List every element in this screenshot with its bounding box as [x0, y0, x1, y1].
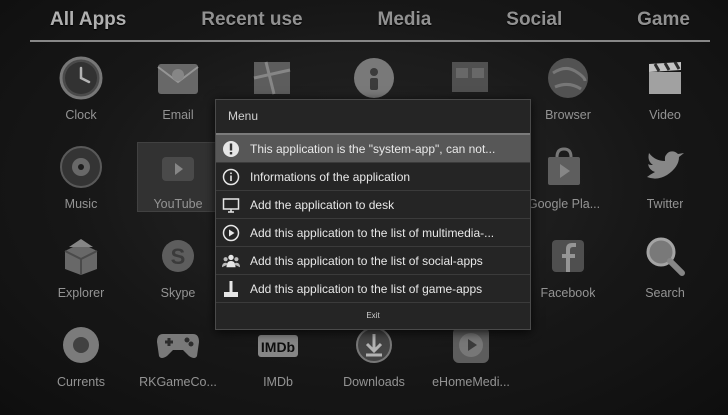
play-circle-icon — [222, 224, 240, 242]
joystick-icon — [222, 280, 240, 298]
people-icon — [222, 252, 240, 270]
menu-item-label: Add the application to desk — [250, 197, 395, 212]
alert-icon — [222, 140, 240, 158]
menu-item-app-info[interactable]: Informations of the application — [216, 163, 530, 191]
menu-item-add-to-multimedia[interactable]: Add this application to the list of mult… — [216, 219, 530, 247]
exit-button[interactable]: Exit — [216, 303, 530, 328]
menu-item-add-to-social[interactable]: Add this application to the list of soci… — [216, 247, 530, 275]
menu-item-label: Add this application to the list of soci… — [250, 253, 483, 268]
info-icon — [222, 168, 240, 186]
menu-item-label: Add this application to the list of mult… — [250, 225, 495, 240]
menu-title: Menu — [216, 100, 530, 135]
menu-item-label: Add this application to the list of game… — [250, 281, 483, 296]
menu-item-add-to-desk[interactable]: Add the application to desk — [216, 191, 530, 219]
menu-item-add-to-game[interactable]: Add this application to the list of game… — [216, 275, 530, 303]
menu-item-label: This application is the "system-app", ca… — [250, 141, 496, 156]
menu-item-label: Informations of the application — [250, 169, 411, 184]
app-context-menu: Menu This application is the "system-app… — [215, 99, 531, 330]
menu-item-system-app-warning[interactable]: This application is the "system-app", ca… — [216, 135, 530, 163]
monitor-icon — [222, 196, 240, 214]
